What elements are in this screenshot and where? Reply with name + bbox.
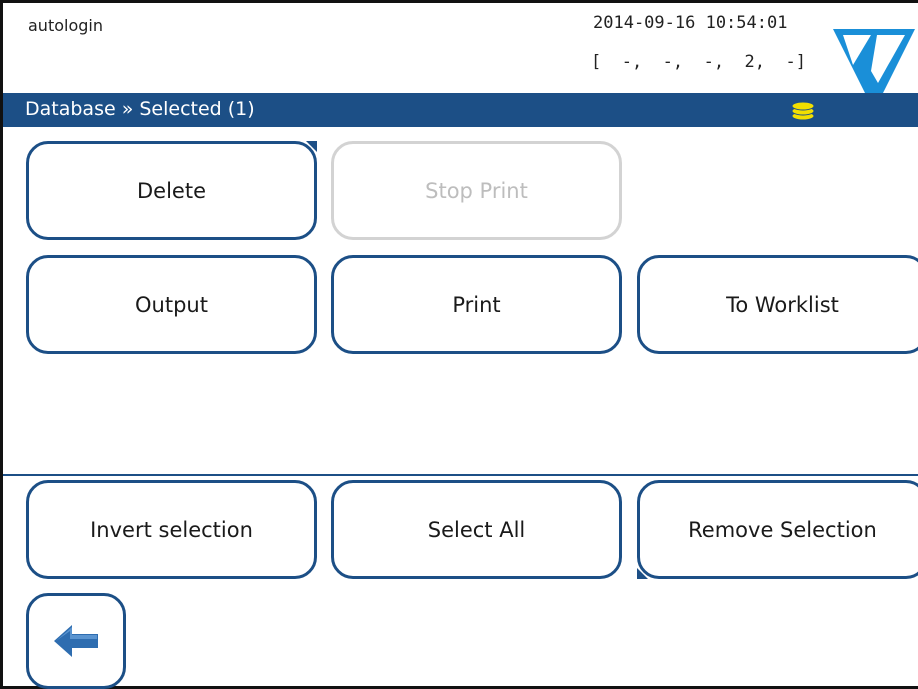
select-all-button[interactable]: Select All bbox=[331, 480, 622, 579]
date-time: 2014-09-16 10:54:01 bbox=[593, 13, 788, 33]
page-title: Database » Selected (1) bbox=[25, 98, 255, 120]
back-arrow-icon bbox=[54, 625, 98, 657]
output-button[interactable]: Output bbox=[26, 255, 317, 354]
print-button[interactable]: Print bbox=[331, 255, 622, 354]
status-indicators: [ -, -, -, 2, -] bbox=[591, 52, 806, 72]
user-label: autologin bbox=[28, 16, 103, 35]
remove-selection-button[interactable]: Remove Selection bbox=[637, 480, 918, 579]
to-worklist-button[interactable]: To Worklist bbox=[637, 255, 918, 354]
title-bar: Database » Selected (1) bbox=[3, 93, 918, 127]
back-button[interactable] bbox=[26, 593, 126, 689]
stop-print-button[interactable]: Stop Print bbox=[331, 141, 622, 240]
delete-button[interactable]: Delete bbox=[26, 141, 317, 240]
section-divider bbox=[3, 474, 918, 476]
top-status-bar: autologin 2014-09-16 10:54:01 [ -, -, -,… bbox=[3, 3, 918, 111]
database-icon bbox=[791, 101, 815, 121]
invert-selection-button[interactable]: Invert selection bbox=[26, 480, 317, 579]
